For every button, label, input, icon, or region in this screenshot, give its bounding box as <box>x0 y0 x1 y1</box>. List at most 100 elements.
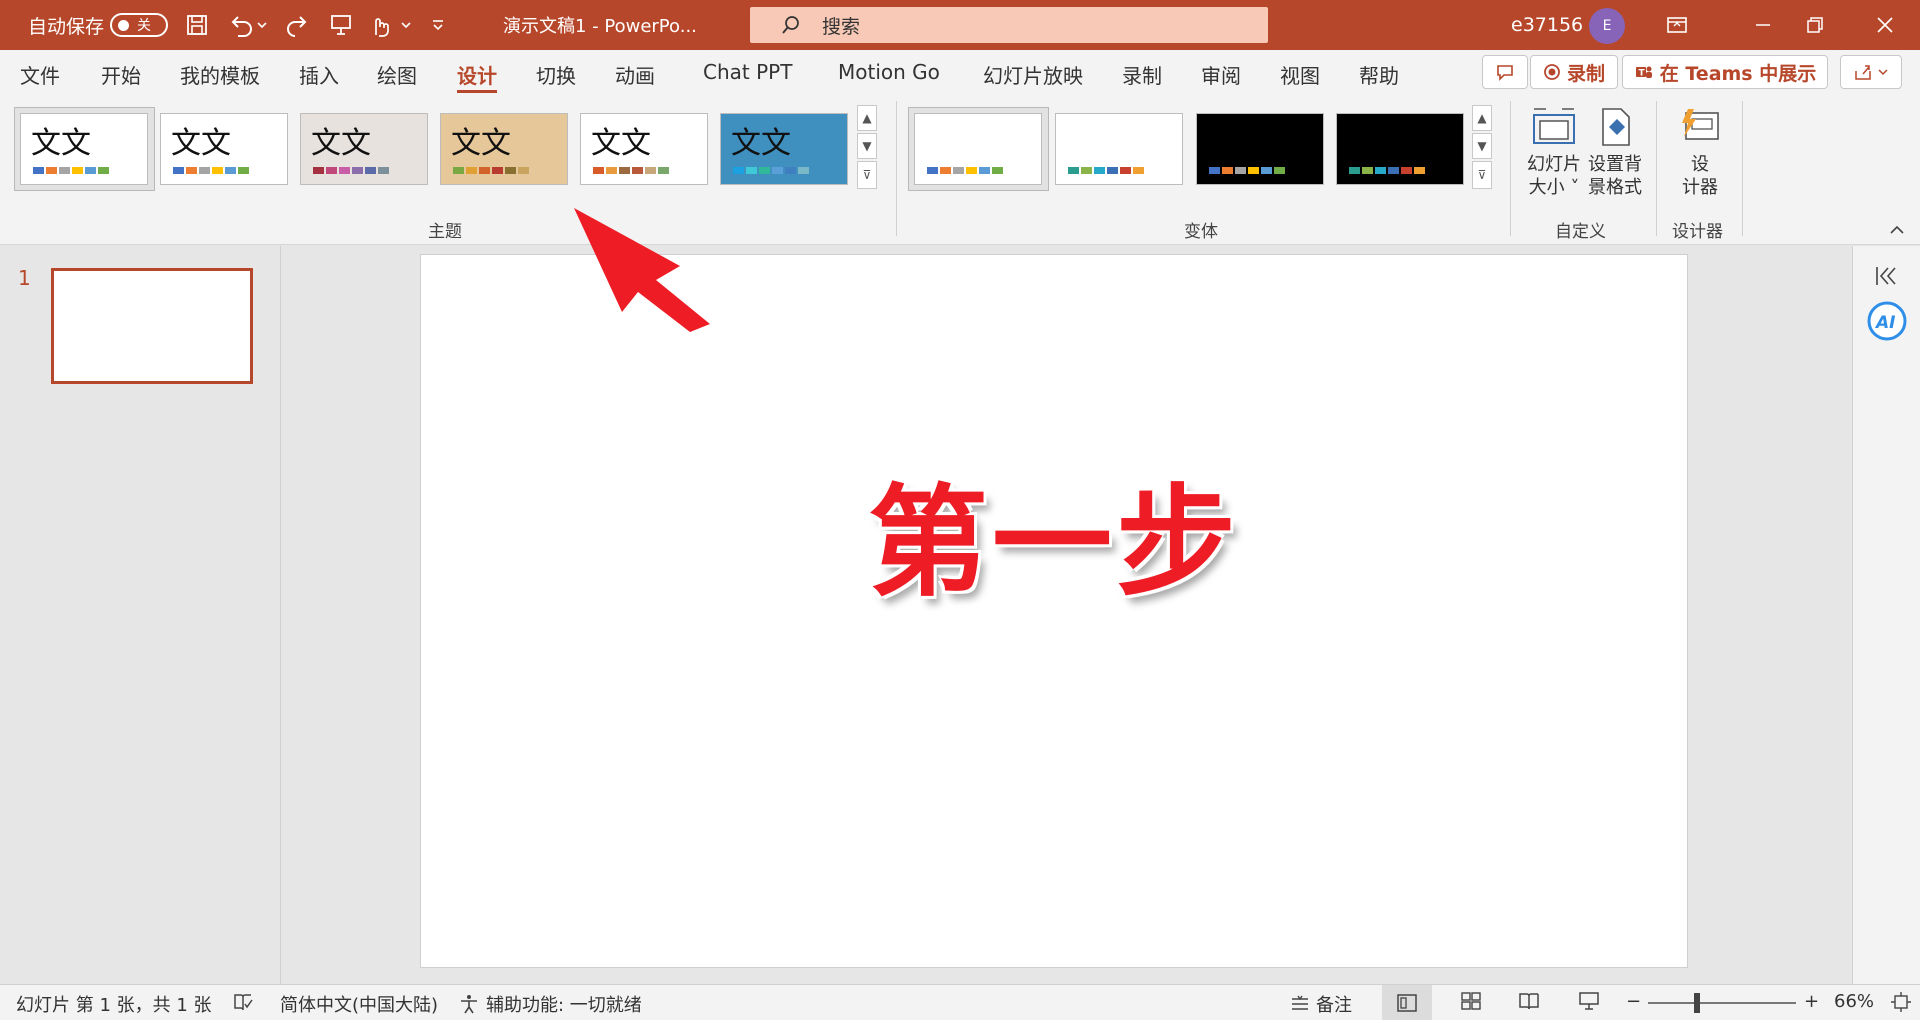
slideshow-view-button[interactable] <box>1578 991 1600 1011</box>
language[interactable]: 简体中文(中国大陆) <box>280 991 438 1017</box>
tab-view[interactable]: 视图 <box>1280 60 1320 90</box>
fit-to-window-icon[interactable] <box>1890 991 1912 1013</box>
zoom-slider-thumb[interactable] <box>1694 993 1700 1013</box>
tab-slideshow[interactable]: 幻灯片放映 <box>983 60 1083 90</box>
variants-group-label: 变体 <box>1184 222 1218 242</box>
themes-scroll-down-button[interactable]: ▼ <box>857 133 877 159</box>
touch-mode-icon[interactable] <box>366 0 414 50</box>
color-swatch <box>212 167 223 174</box>
tab-insert[interactable]: 插入 <box>299 60 339 90</box>
avatar[interactable]: E <box>1589 8 1625 44</box>
present-in-teams-button[interactable]: T 在 Teams 中展示 <box>1622 55 1828 89</box>
color-swatch <box>72 167 83 174</box>
color-swatch <box>927 167 938 174</box>
designer-button[interactable]: 设 计器 <box>1670 105 1730 199</box>
design-ribbon: 文文 文文 文文 文文 文文 文文 ▲ ▼ ⊽ 主题 ▲ ▼ ⊽ 变体 幻灯片 … <box>0 95 1920 245</box>
notes-label: 备注 <box>1316 995 1352 1016</box>
reading-view-icon <box>1519 993 1539 1010</box>
variant-4[interactable] <box>1336 113 1464 185</box>
ai-assistant-icon[interactable]: AI <box>1866 300 1908 342</box>
record-button[interactable]: 录制 <box>1530 55 1618 89</box>
format-background-label-1: 设置背 <box>1588 154 1642 175</box>
share-button[interactable] <box>1840 55 1902 89</box>
designer-label-2: 计器 <box>1682 177 1718 198</box>
theme-4[interactable]: 文文 <box>440 113 568 185</box>
tab-motion-go[interactable]: Motion Go <box>838 60 940 90</box>
color-swatch <box>199 167 210 174</box>
color-swatch <box>326 167 337 174</box>
minimize-icon[interactable] <box>1746 0 1780 50</box>
zoom-slider-track[interactable] <box>1648 1002 1796 1004</box>
slide-title-text[interactable]: 第一步 <box>421 445 1687 619</box>
restore-icon[interactable] <box>1798 0 1832 50</box>
collapse-ribbon-icon[interactable] <box>1886 221 1908 239</box>
slide-size-label-2: 大小 ˅ <box>1528 177 1580 198</box>
spelling-check-icon[interactable] <box>232 991 254 1013</box>
ribbon-display-options-icon[interactable] <box>1660 0 1694 50</box>
variant-2[interactable] <box>1055 113 1183 185</box>
tab-help[interactable]: 帮助 <box>1359 60 1399 90</box>
color-swatch <box>1094 167 1105 174</box>
tab-my-templates[interactable]: 我的模板 <box>180 60 260 90</box>
normal-view-button[interactable] <box>1382 985 1432 1020</box>
search-icon <box>782 16 799 34</box>
slide-size-button[interactable]: 幻灯片 大小 ˅ <box>1524 105 1584 199</box>
autosave-toggle[interactable]: 关 <box>110 0 168 50</box>
present-from-start-icon[interactable] <box>326 0 356 50</box>
variants-scroll-up-button[interactable]: ▲ <box>1472 105 1492 131</box>
slide-canvas[interactable]: 第一步 <box>420 254 1688 968</box>
tab-draw[interactable]: 绘图 <box>377 60 417 90</box>
color-swatch <box>33 167 44 174</box>
format-background-icon <box>1593 105 1637 149</box>
tab-record[interactable]: 录制 <box>1122 60 1162 90</box>
theme-office[interactable]: 文文 <box>20 113 148 185</box>
notes-icon <box>1292 995 1308 1010</box>
slide-size-icon <box>1532 105 1576 149</box>
redo-icon[interactable] <box>282 0 312 50</box>
theme-office-2[interactable]: 文文 <box>160 113 288 185</box>
color-swatches <box>173 167 249 174</box>
comments-button[interactable] <box>1482 55 1528 89</box>
theme-sample-text: 文文 <box>171 126 231 161</box>
themes-scroll-up-button[interactable]: ▲ <box>857 105 877 131</box>
theme-5[interactable]: 文文 <box>580 113 708 185</box>
color-swatch <box>59 167 70 174</box>
reading-view-button[interactable] <box>1518 991 1540 1011</box>
save-icon[interactable] <box>182 0 212 50</box>
undo-icon[interactable] <box>226 0 270 50</box>
tab-chat-ppt[interactable]: Chat PPT <box>703 60 792 90</box>
tab-review[interactable]: 审阅 <box>1201 60 1241 90</box>
color-swatches <box>927 167 1003 174</box>
variant-3[interactable] <box>1196 113 1324 185</box>
tab-transitions[interactable]: 切换 <box>536 60 576 90</box>
accessibility-status[interactable]: 辅助功能: 一切就绪 <box>458 991 642 1017</box>
tab-file[interactable]: 文件 <box>20 60 60 90</box>
color-swatches <box>593 167 669 174</box>
theme-6[interactable]: 文文 <box>720 113 848 185</box>
format-background-button[interactable]: 设置背 景格式 <box>1585 105 1645 199</box>
status-bar: 幻灯片 第 1 张，共 1 张 简体中文(中国大陆) 辅助功能: 一切就绪 备注… <box>0 984 1920 1020</box>
zoom-in-button[interactable]: + <box>1804 991 1819 1012</box>
theme-3[interactable]: 文文 <box>300 113 428 185</box>
color-swatch <box>619 167 630 174</box>
slide-thumbnail[interactable] <box>51 268 253 384</box>
tab-animations[interactable]: 动画 <box>615 60 655 90</box>
close-icon[interactable] <box>1868 0 1902 50</box>
customize-qat-icon[interactable] <box>426 0 450 50</box>
tab-design[interactable]: 设计 <box>457 60 497 93</box>
color-swatch <box>339 167 350 174</box>
variants-scroll-down-button[interactable]: ▼ <box>1472 133 1492 159</box>
zoom-level[interactable]: 66% <box>1834 991 1874 1012</box>
collapse-pane-icon[interactable] <box>1873 262 1901 290</box>
variants-more-button[interactable]: ⊽ <box>1472 161 1492 189</box>
themes-more-button[interactable]: ⊽ <box>857 161 877 189</box>
tab-home[interactable]: 开始 <box>101 60 141 90</box>
zoom-out-button[interactable]: − <box>1626 991 1641 1012</box>
color-swatches <box>1209 167 1285 174</box>
search-box[interactable]: 搜索 <box>750 7 1268 43</box>
notes-button[interactable]: 备注 <box>1290 991 1352 1017</box>
toggle-knob-icon <box>118 19 129 31</box>
slide-sorter-view-button[interactable] <box>1460 991 1482 1011</box>
color-swatch <box>632 167 643 174</box>
variant-1[interactable] <box>914 113 1042 185</box>
